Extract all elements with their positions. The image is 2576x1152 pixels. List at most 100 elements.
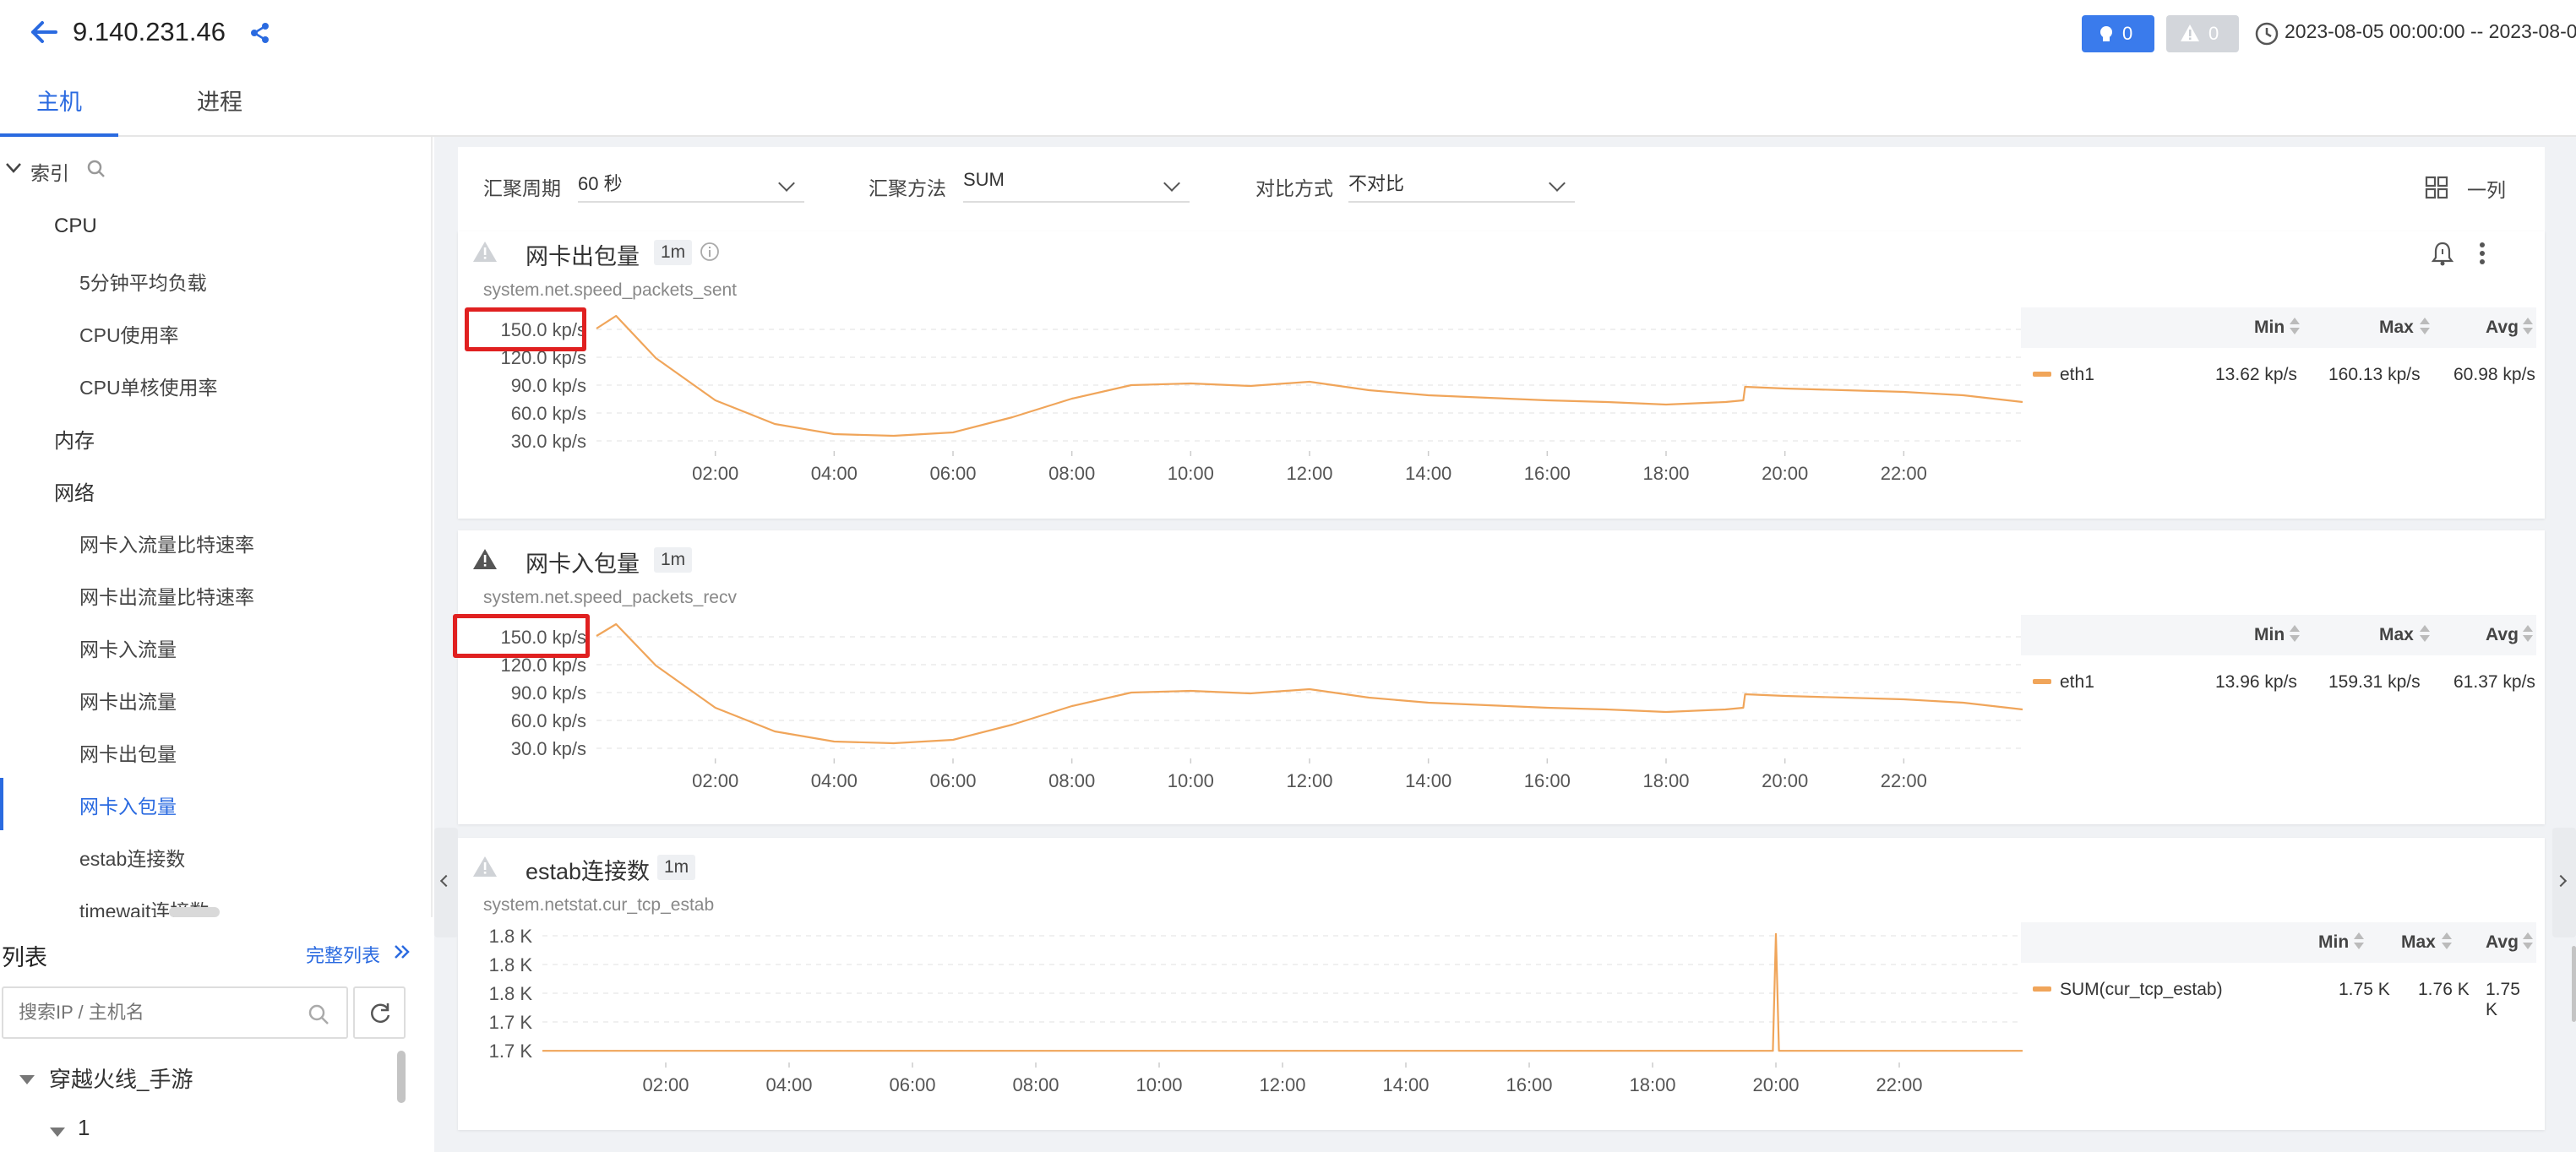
series-name: SUM(cur_tcp_estab) xyxy=(2060,980,2223,999)
legend-min-header[interactable]: Min xyxy=(2254,318,2285,338)
series-max: 160.13 kp/s xyxy=(2328,365,2421,384)
legend-row[interactable]: SUM(cur_tcp_estab) 1.75 K 1.76 K 1.75 K xyxy=(2021,973,2536,1019)
x-tick-label: 08:00 xyxy=(1012,1074,1059,1095)
refresh-button[interactable] xyxy=(353,986,406,1039)
alert-badge[interactable]: 0 xyxy=(2082,15,2154,52)
sidebar-item-net-out-bits[interactable]: 网卡出流量比特速率 xyxy=(79,581,254,610)
x-tick-label: 18:00 xyxy=(1642,463,1689,484)
sidebar-item-net-in-bits[interactable]: 网卡入流量比特速率 xyxy=(79,529,254,557)
period-select[interactable]: 60 秒 xyxy=(578,169,804,203)
legend-avg-header[interactable]: Avg xyxy=(2486,318,2519,338)
metric-name: system.net.speed_packets_recv xyxy=(483,588,737,607)
double-chevron-right-icon[interactable] xyxy=(394,944,411,959)
legend-max-header[interactable]: Max xyxy=(2401,932,2436,953)
warning-icon xyxy=(473,856,497,877)
sort-icon[interactable] xyxy=(2523,931,2533,953)
warning-icon xyxy=(473,549,497,569)
sidebar-item-packets-out[interactable]: 网卡出包量 xyxy=(79,738,177,767)
legend-max-header[interactable]: Max xyxy=(2379,625,2414,645)
method-select[interactable]: SUM xyxy=(963,169,1190,203)
metric-name: system.netstat.cur_tcp_estab xyxy=(483,895,715,915)
x-tick-label: 20:00 xyxy=(1762,463,1808,484)
more-icon[interactable] xyxy=(2477,242,2487,265)
x-tick-label: 06:00 xyxy=(929,770,976,791)
sidebar-item-cpu-core[interactable]: CPU单核使用率 xyxy=(79,372,218,400)
tree-scroll-handle[interactable] xyxy=(169,907,220,917)
top-header: 9.140.231.46 0 0 2023-08-05 00:00:00 -- … xyxy=(0,0,2576,68)
info-icon[interactable] xyxy=(700,242,720,262)
main-scrollbar[interactable] xyxy=(2572,946,2576,1022)
sort-icon[interactable] xyxy=(2354,931,2364,953)
x-tick-label: 10:00 xyxy=(1168,770,1214,791)
panel-title: 网卡入包量 xyxy=(526,552,640,577)
legend-row[interactable]: eth1 13.62 kp/s 160.13 kp/s 60.98 kp/s xyxy=(2021,358,2536,389)
collapse-right-button[interactable] xyxy=(2552,828,2576,937)
sidebar-item-cpu-usage[interactable]: CPU使用率 xyxy=(79,319,179,348)
active-indicator xyxy=(0,778,3,830)
alert-count: 0 xyxy=(2122,23,2133,44)
subgroup-label[interactable]: 1 xyxy=(78,1115,90,1141)
sidebar-item-net-out[interactable]: 网卡出流量 xyxy=(79,686,177,715)
x-tick-label: 12:00 xyxy=(1259,1074,1305,1095)
collapse-sidebar-button[interactable] xyxy=(434,828,458,937)
y-tick-label: 1.8 K xyxy=(489,926,533,947)
legend-avg-header[interactable]: Avg xyxy=(2486,625,2519,645)
sidebar-item-network[interactable]: 网络 xyxy=(54,476,95,506)
sort-icon[interactable] xyxy=(2420,623,2430,645)
legend-avg-header[interactable]: Avg xyxy=(2486,932,2519,953)
sort-icon[interactable] xyxy=(2442,931,2452,953)
search-icon[interactable] xyxy=(308,1003,329,1025)
series-line-sum-cur-tcp-estab- xyxy=(542,932,2023,1052)
list-scrollbar[interactable] xyxy=(397,1051,406,1103)
compare-select[interactable]: 不对比 xyxy=(1348,169,1575,203)
group-label[interactable]: 穿越火线_手游 xyxy=(49,1062,193,1094)
back-arrow-icon[interactable] xyxy=(30,20,57,44)
legend-min-header[interactable]: Min xyxy=(2254,625,2285,645)
layout-label[interactable]: 一列 xyxy=(2467,174,2506,203)
sidebar-item-estab[interactable]: estab连接数 xyxy=(79,843,185,872)
x-tick-label: 04:00 xyxy=(765,1074,812,1095)
y-tick-label: 90.0 kp/s xyxy=(511,375,586,396)
search-input[interactable] xyxy=(19,1000,297,1025)
refresh-icon xyxy=(371,1003,390,1024)
chevron-left-icon xyxy=(439,874,453,888)
sidebar-item-packets-in[interactable]: 网卡入包量 xyxy=(79,791,177,819)
series-avg: 1.75 K xyxy=(2486,980,2520,1019)
caret-down-icon[interactable] xyxy=(19,1074,35,1086)
search-icon[interactable] xyxy=(86,159,106,179)
tab-process[interactable]: 进程 xyxy=(169,68,270,137)
share-icon[interactable] xyxy=(250,22,270,44)
series-name: eth1 xyxy=(2060,672,2094,692)
sidebar-item-net-in[interactable]: 网卡入流量 xyxy=(79,633,177,662)
x-tick-label: 20:00 xyxy=(1752,1074,1799,1095)
bell-icon[interactable] xyxy=(2430,240,2455,267)
chevron-down-icon xyxy=(778,175,795,192)
sort-icon[interactable] xyxy=(2420,316,2430,338)
legend-max-header[interactable]: Max xyxy=(2379,318,2414,338)
sort-icon[interactable] xyxy=(2523,316,2533,338)
list-title: 列表 xyxy=(2,945,47,970)
sort-icon[interactable] xyxy=(2523,623,2533,645)
sort-icon[interactable] xyxy=(2290,316,2300,338)
y-tick-label: 30.0 kp/s xyxy=(511,431,586,452)
sidebar-item-cpu[interactable]: CPU xyxy=(54,215,97,238)
legend-row[interactable]: eth1 13.96 kp/s 159.31 kp/s 61.37 kp/s xyxy=(2021,666,2536,696)
time-range[interactable]: 2023-08-05 00:00:00 -- 2023-08-0 xyxy=(2285,20,2576,43)
chevron-down-icon[interactable] xyxy=(5,162,22,174)
x-tick-label: 16:00 xyxy=(1524,770,1571,791)
legend: Min Max Avg eth1 13.62 kp/s 160.13 kp/s … xyxy=(2021,307,2536,392)
sort-icon[interactable] xyxy=(2290,623,2300,645)
search-field[interactable] xyxy=(2,986,348,1039)
legend-min-header[interactable]: Min xyxy=(2318,932,2349,953)
sidebar-item-memory[interactable]: 内存 xyxy=(54,424,95,454)
grid-layout-icon[interactable] xyxy=(2425,176,2448,199)
series-min: 13.62 kp/s xyxy=(2215,365,2297,384)
warning-badge[interactable]: 0 xyxy=(2166,15,2239,52)
y-tick-label: 1.8 K xyxy=(489,983,533,1004)
full-list-link[interactable]: 完整列表 xyxy=(306,941,380,968)
sidebar-item-load5[interactable]: 5分钟平均负载 xyxy=(79,267,207,296)
tab-host[interactable]: 主机 xyxy=(0,68,118,137)
series-name: eth1 xyxy=(2060,365,2094,384)
panel-title: estab连接数 xyxy=(526,859,651,884)
caret-down-icon[interactable] xyxy=(49,1127,66,1138)
